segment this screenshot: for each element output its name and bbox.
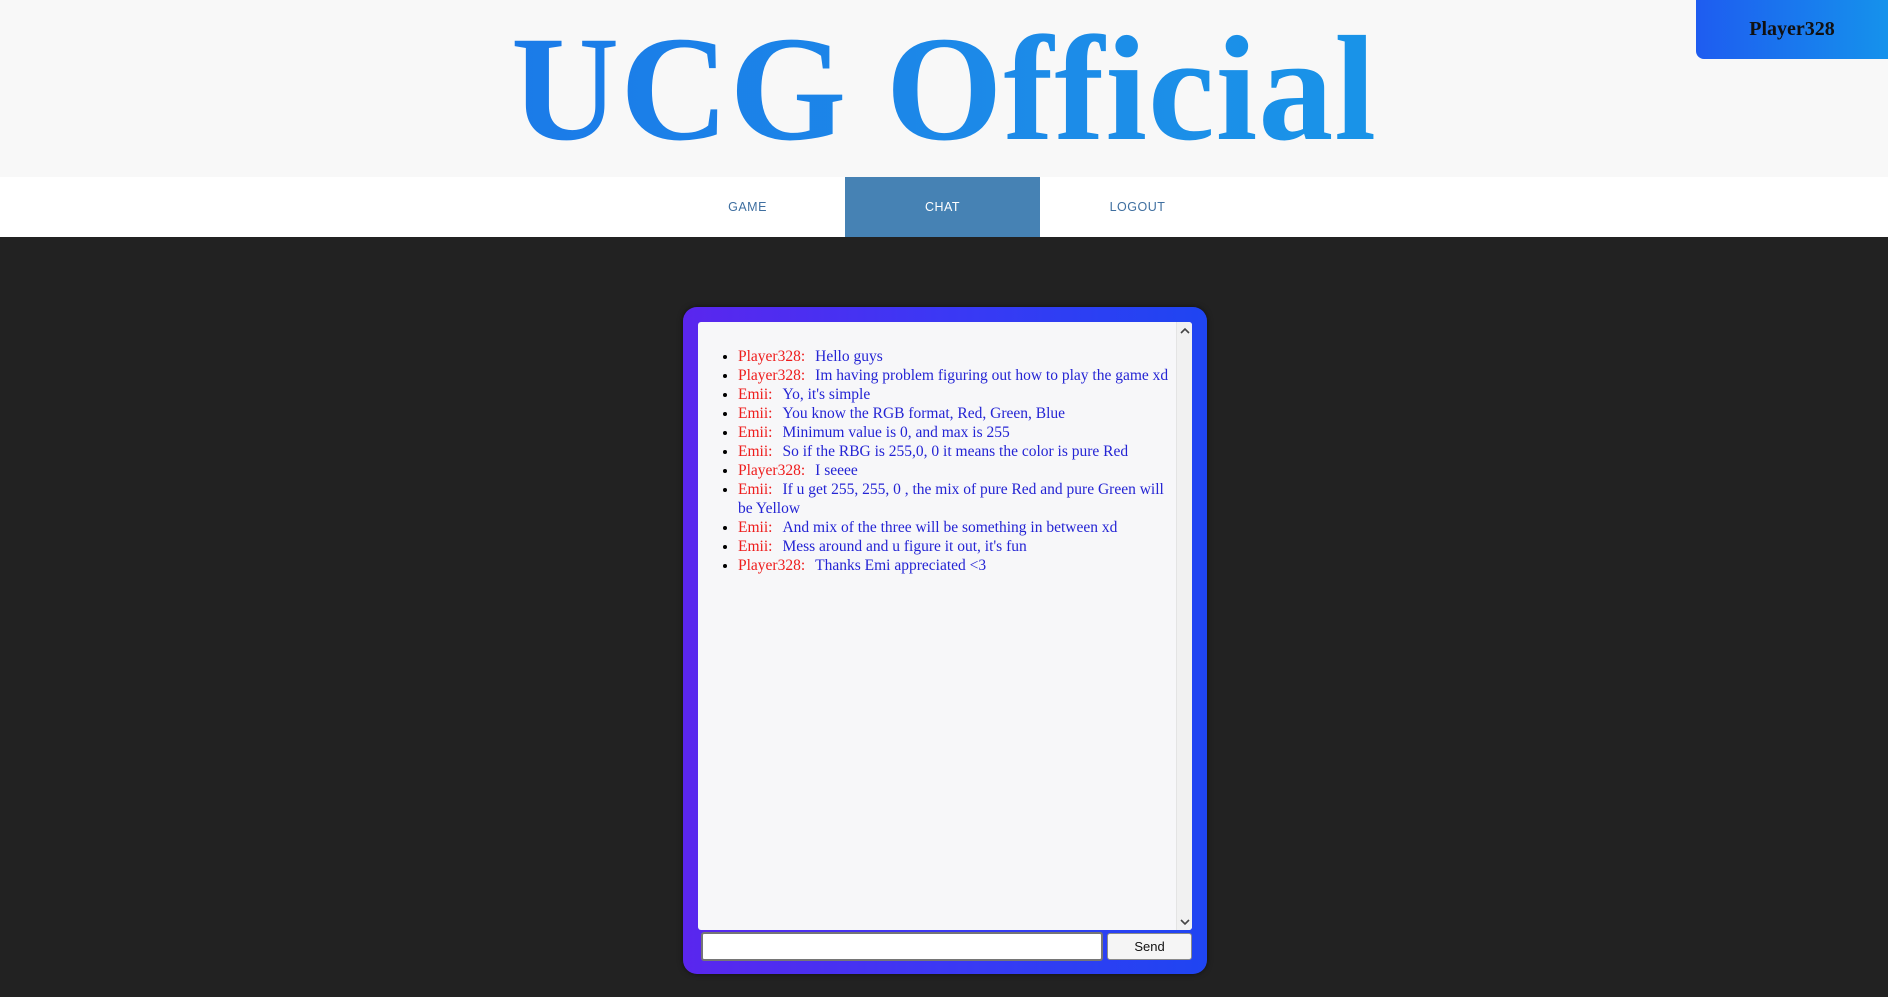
nav-item-chat[interactable]: CHAT [845, 177, 1040, 237]
message-sender: Player328: [738, 462, 806, 479]
chat-message: Player328: Thanks Emi appreciated <3 [738, 556, 1172, 575]
message-sender: Emii: [738, 519, 773, 536]
send-button[interactable]: Send [1107, 933, 1192, 960]
message-list: Player328: Hello guys Player328: Im having … [698, 322, 1176, 930]
message-text: So if the RBG is 255,0, 0 it means the c… [782, 443, 1129, 460]
message-sender: Emii: [738, 386, 773, 403]
user-badge[interactable]: Player328 [1696, 0, 1888, 59]
message-text: Minimum value is 0, and max is 255 [782, 424, 1010, 441]
chevron-up-icon[interactable] [1177, 322, 1192, 338]
message-text: Thanks Emi appreciated <3 [815, 557, 987, 574]
chat-message: Emii: Minimum value is 0, and max is 255 [738, 423, 1172, 442]
chat-messages-box[interactable]: Player328: Hello guys Player328: Im having … [698, 322, 1192, 930]
chat-message: Player328: Im having problem figuring out… [738, 366, 1172, 385]
navbar: GAME CHAT LOGOUT [0, 177, 1888, 237]
chat-message: Emii: Mess around and u figure it out, it… [738, 537, 1172, 556]
chat-message: Emii: So if the RBG is 255,0, 0 it means … [738, 442, 1172, 461]
chat-message: Emii: And mix of the three will be someth… [738, 518, 1172, 537]
message-text: Mess around and u figure it out, it's fu… [782, 538, 1027, 555]
scrollbar[interactable] [1176, 322, 1192, 930]
chevron-down-icon[interactable] [1177, 914, 1192, 930]
message-text: And mix of the three will be something i… [782, 519, 1118, 536]
message-sender: Player328: [738, 348, 806, 365]
message-input[interactable] [701, 932, 1103, 961]
message-text: If u get 255, 255, 0 , the mix of pure R… [738, 481, 1164, 517]
chat-message: Player328: I seeee [738, 461, 1172, 480]
chat-panel: Player328: Hello guys Player328: Im having … [683, 307, 1207, 974]
chat-message: Emii:If u get 255, 255, 0 , the mix of p… [738, 480, 1172, 518]
message-sender: Player328: [738, 367, 806, 384]
message-sender: Emii: [738, 405, 773, 422]
nav-item-game[interactable]: GAME [650, 177, 845, 237]
message-sender: Emii: [738, 424, 773, 441]
message-text: Im having problem figuring out how to pl… [815, 367, 1169, 384]
nav-item-logout[interactable]: LOGOUT [1040, 177, 1235, 237]
message-text: You know the RGB format, Red, Green, Blu… [782, 405, 1066, 422]
message-text: I seeee [815, 462, 858, 479]
message-text: Yo, it's simple [782, 386, 871, 403]
chat-message: Player328: Hello guys [738, 347, 1172, 366]
chat-message: Emii: Yo, it's simple [738, 385, 1172, 404]
site-title: UCG Official [0, 14, 1888, 164]
message-text: Hello guys [815, 348, 883, 365]
message-sender: Player328: [738, 557, 806, 574]
message-sender: Emii: [738, 443, 773, 460]
message-sender: Emii: [738, 538, 773, 555]
header: UCG Official Player328 [0, 0, 1888, 177]
message-sender: Emii: [738, 481, 773, 498]
chat-message: Emii: You know the RGB format, Red, Green… [738, 404, 1172, 423]
